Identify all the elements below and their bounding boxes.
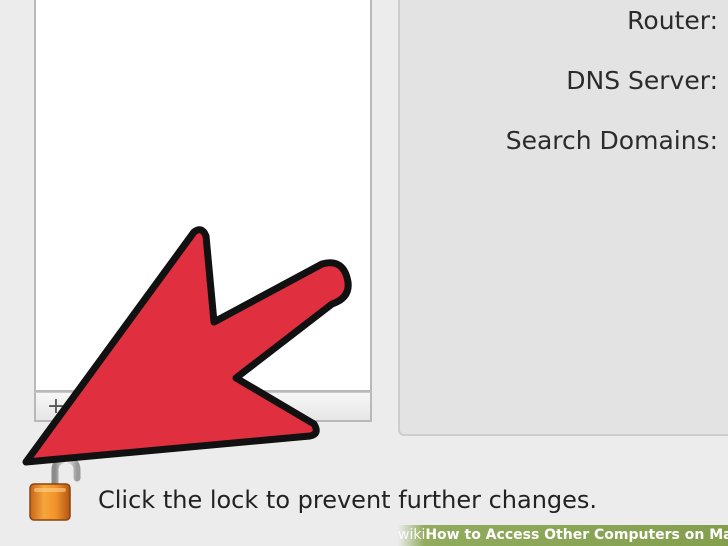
- unlocked-padlock-icon[interactable]: [22, 456, 86, 524]
- wikihow-watermark: wikiHow to Access Other Computers on Mac: [398, 525, 728, 546]
- search-domains-label: Search Domains:: [505, 126, 718, 155]
- lock-message: Click the lock to prevent further change…: [98, 486, 598, 514]
- network-preferences-window: + Router: DNS Server: Search Domains: Cl…: [0, 0, 728, 546]
- watermark-title: to Access Other Computers on Mac: [459, 527, 728, 543]
- dns-server-label: DNS Server:: [566, 66, 718, 95]
- watermark-how: How: [425, 527, 460, 543]
- add-service-button[interactable]: +: [40, 395, 73, 419]
- service-list-toolbar: +: [34, 392, 372, 422]
- network-service-list[interactable]: [34, 0, 372, 392]
- watermark-brand: wiki: [398, 527, 426, 543]
- network-details-panel: Router: DNS Server: Search Domains:: [398, 0, 728, 436]
- router-label: Router:: [627, 6, 718, 35]
